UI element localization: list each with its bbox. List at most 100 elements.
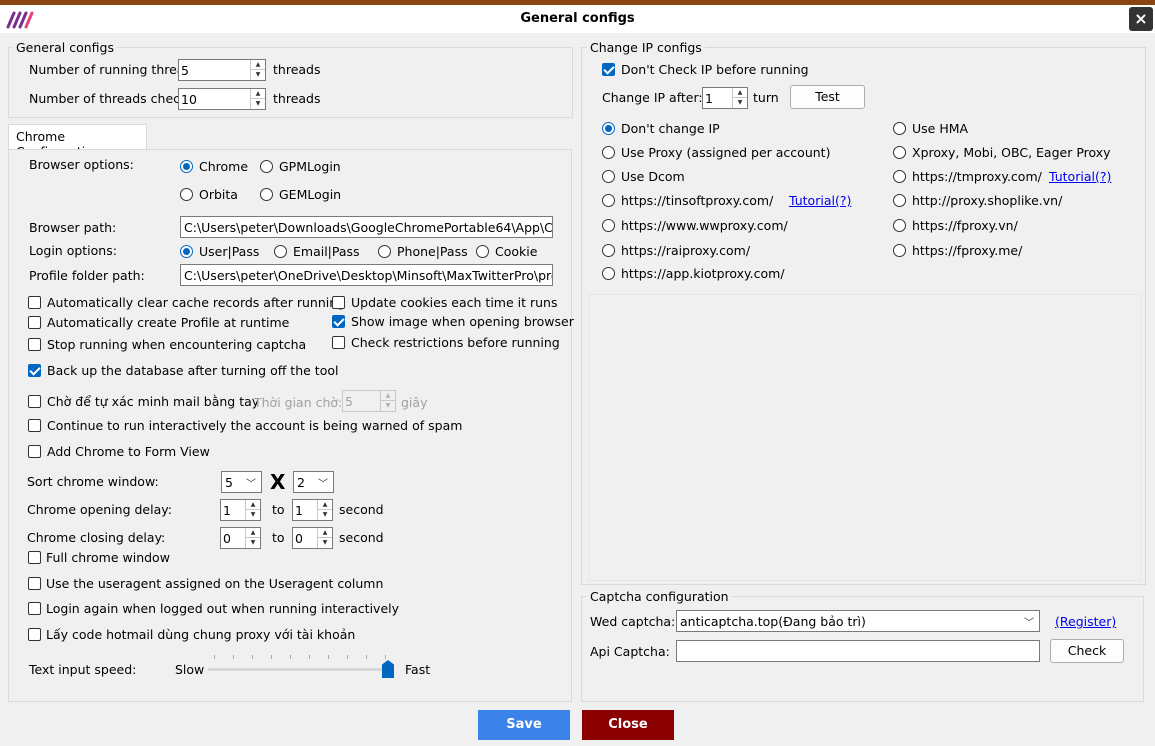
- ip-option-xproxy-radio[interactable]: [893, 146, 906, 159]
- stop-captcha-checkbox[interactable]: [28, 338, 41, 351]
- stepper-down-icon[interactable]: ▼: [246, 510, 260, 520]
- ip-option-dcom-radio[interactable]: [602, 170, 615, 183]
- closing-from-stepper[interactable]: 0 ▲ ▼: [220, 527, 261, 549]
- change-after-value: 1: [705, 91, 713, 106]
- change-after-stepper[interactable]: 1 ▲ ▼: [702, 87, 748, 109]
- close-button[interactable]: Close: [582, 710, 674, 740]
- stepper-up-icon[interactable]: ▲: [381, 391, 395, 401]
- stepper-up-icon[interactable]: ▲: [318, 500, 332, 510]
- ip-option-fproxy-vn-radio[interactable]: [893, 219, 906, 232]
- update-cookies-checkbox[interactable]: [332, 296, 345, 309]
- stepper-down-icon[interactable]: ▼: [251, 99, 265, 109]
- captcha-group-label: Captcha configuration: [587, 589, 732, 604]
- show-image-label: Show image when opening browser: [351, 314, 574, 329]
- browser-path-input[interactable]: C:\Users\peter\Downloads\GoogleChromePor…: [180, 216, 553, 238]
- register-link[interactable]: (Register): [1055, 614, 1116, 629]
- ip-option-dont-change-radio[interactable]: [602, 122, 615, 135]
- tab-chrome-configuration[interactable]: Chrome Configuration: [8, 124, 147, 159]
- ip-option-label: https://app.kiotproxy.com/: [621, 266, 785, 281]
- stepper-up-icon[interactable]: ▲: [733, 88, 747, 98]
- ip-option-kiotproxy-radio[interactable]: [602, 267, 615, 280]
- backup-db-checkbox[interactable]: [28, 364, 41, 377]
- hotmail-proxy-label: Lấy code hotmail dùng chung proxy với tà…: [46, 627, 356, 642]
- stepper-down-icon[interactable]: ▼: [318, 510, 332, 520]
- wait-verify-checkbox[interactable]: [28, 395, 41, 408]
- continue-spam-checkbox[interactable]: [28, 419, 41, 432]
- create-profile-label: Automatically create Profile at runtime: [47, 315, 290, 330]
- profile-path-input[interactable]: C:\Users\peter\OneDrive\Desktop\Minsoft\…: [180, 264, 553, 286]
- stepper-down-icon[interactable]: ▼: [381, 401, 395, 411]
- backup-db-label: Back up the database after turning off t…: [47, 363, 339, 378]
- browser-gemlogin-radio[interactable]: [260, 188, 273, 201]
- add-form-view-label: Add Chrome to Form View: [47, 444, 210, 459]
- change-ip-label: Change IP configs: [587, 40, 705, 55]
- stepper-up-icon[interactable]: ▲: [251, 89, 265, 99]
- check-button[interactable]: Check: [1050, 639, 1124, 663]
- profile-path-label: Profile folder path:: [29, 268, 145, 283]
- chevron-down-icon: ﹀: [246, 479, 256, 490]
- create-profile-checkbox[interactable]: [28, 316, 41, 329]
- test-button[interactable]: Test: [790, 85, 865, 109]
- slow-label: Slow: [175, 662, 205, 677]
- text-speed-slider-track[interactable]: [208, 668, 393, 671]
- login-again-checkbox[interactable]: [28, 602, 41, 615]
- tmproxy-tutorial-link[interactable]: Tutorial(?): [1049, 169, 1111, 184]
- ip-option-use-proxy-radio[interactable]: [602, 146, 615, 159]
- tinsoft-tutorial-link[interactable]: Tutorial(?): [789, 193, 851, 208]
- add-form-view-checkbox[interactable]: [28, 445, 41, 458]
- stepper-up-icon[interactable]: ▲: [251, 60, 265, 70]
- ip-option-label: http://proxy.shoplike.vn/: [912, 193, 1063, 208]
- login-cookie-radio[interactable]: [476, 245, 489, 258]
- login-phonepass-label: Phone|Pass: [397, 244, 468, 259]
- ip-option-fproxy-me-radio[interactable]: [893, 244, 906, 257]
- closing-to-stepper[interactable]: 0 ▲ ▼: [292, 527, 333, 549]
- useragent-checkbox[interactable]: [28, 577, 41, 590]
- save-button[interactable]: Save: [478, 710, 570, 740]
- ip-option-tinsoft-radio[interactable]: [602, 194, 615, 207]
- dont-check-ip-checkbox[interactable]: [602, 63, 615, 76]
- ip-option-label: Use Dcom: [621, 169, 685, 184]
- sort-rows-select[interactable]: 2 ﹀: [293, 471, 334, 493]
- stepper-up-icon[interactable]: ▲: [246, 500, 260, 510]
- show-image-checkbox[interactable]: [332, 315, 345, 328]
- turn-label: turn: [753, 90, 779, 105]
- ip-option-raiproxy-radio[interactable]: [602, 244, 615, 257]
- full-window-checkbox[interactable]: [28, 551, 41, 564]
- login-phonepass-radio[interactable]: [378, 245, 391, 258]
- stepper-up-icon[interactable]: ▲: [318, 528, 332, 538]
- wed-captcha-select[interactable]: anticaptcha.top(Đang bảo trì) ﹀: [676, 610, 1040, 632]
- browser-orbita-radio[interactable]: [180, 188, 193, 201]
- ip-option-label: Don't change IP: [621, 121, 720, 136]
- wait-time-value: 5: [345, 394, 353, 409]
- clear-cache-label: Automatically clear cache records after …: [47, 295, 346, 310]
- stepper-down-icon[interactable]: ▼: [251, 70, 265, 80]
- browser-chrome-radio[interactable]: [180, 160, 193, 173]
- opening-to-value: 1: [295, 503, 303, 518]
- ip-option-shoplike-radio[interactable]: [893, 194, 906, 207]
- login-userpass-radio[interactable]: [180, 245, 193, 258]
- wait-time-stepper[interactable]: 5 ▲ ▼: [342, 390, 396, 412]
- running-threads-stepper[interactable]: 5 ▲ ▼: [178, 59, 266, 81]
- opening-to-label: to: [272, 502, 285, 517]
- ip-option-wwproxy-radio[interactable]: [602, 219, 615, 232]
- clear-cache-checkbox[interactable]: [28, 296, 41, 309]
- stepper-up-icon[interactable]: ▲: [246, 528, 260, 538]
- ip-option-hma-radio[interactable]: [893, 122, 906, 135]
- stepper-down-icon[interactable]: ▼: [318, 538, 332, 548]
- threads-unit-label: threads: [273, 62, 321, 77]
- opening-from-stepper[interactable]: 1 ▲ ▼: [220, 499, 261, 521]
- opening-to-stepper[interactable]: 1 ▲ ▼: [292, 499, 333, 521]
- ip-option-tmproxy-radio[interactable]: [893, 170, 906, 183]
- browser-gpmlogin-radio[interactable]: [260, 160, 273, 173]
- check-restrictions-checkbox[interactable]: [332, 336, 345, 349]
- login-cookie-label: Cookie: [495, 244, 538, 259]
- hotmail-proxy-checkbox[interactable]: [28, 628, 41, 641]
- stepper-down-icon[interactable]: ▼: [733, 98, 747, 108]
- close-window-icon[interactable]: ×: [1129, 7, 1153, 31]
- closing-second-label: second: [339, 530, 384, 545]
- stepper-down-icon[interactable]: ▼: [246, 538, 260, 548]
- threads-check-stepper[interactable]: 10 ▲ ▼: [178, 88, 266, 110]
- sort-cols-select[interactable]: 5 ﹀: [221, 471, 262, 493]
- login-emailpass-radio[interactable]: [274, 245, 287, 258]
- api-captcha-input[interactable]: [676, 640, 1040, 662]
